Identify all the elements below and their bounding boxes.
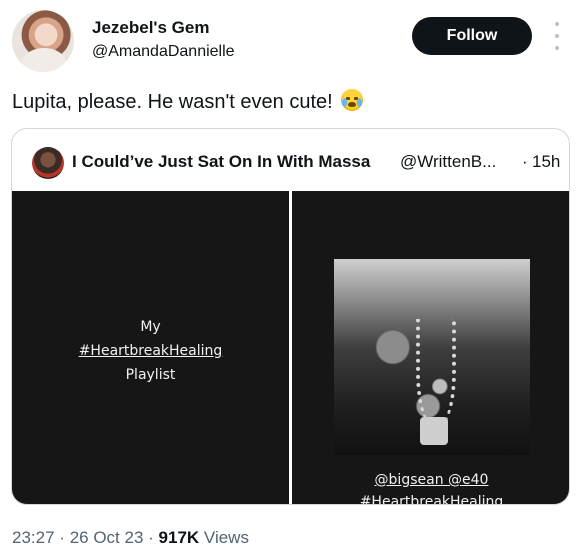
- dot: [555, 22, 559, 26]
- views-count: 917K: [158, 528, 200, 547]
- views-label: Views: [203, 528, 249, 547]
- author-display-name[interactable]: Jezebel's Gem: [92, 18, 235, 38]
- chain-shape: [416, 319, 456, 429]
- tweet-date[interactable]: 26 Oct 23: [70, 528, 144, 547]
- quoted-author-handle[interactable]: @WrittenB...: [400, 151, 496, 173]
- more-options-icon[interactable]: [552, 22, 562, 50]
- follow-button[interactable]: Follow: [412, 17, 532, 55]
- tweet-text: Lupita, please. He wasn't even cute!: [12, 88, 364, 116]
- quoted-author-display-name[interactable]: I Could’ve Just Sat On In With Massa: [72, 151, 370, 173]
- author-avatar[interactable]: [12, 10, 74, 72]
- playlist-caption: My #HeartbreakHealing Playlist: [12, 315, 289, 387]
- dot: [555, 34, 559, 38]
- loudly-crying-face-icon: [341, 89, 364, 111]
- artists-caption: @bigsean @e40: [374, 472, 489, 488]
- quoted-media-right[interactable]: @bigsean @e40 #HeartbreakHealing: [292, 191, 569, 505]
- meta-sep-2: ·: [148, 528, 154, 547]
- tweet-body: Lupita, please. He wasn't even cute!: [12, 91, 333, 113]
- hashtag-caption: #HeartbreakHealing: [359, 494, 504, 505]
- playlist-line-3: Playlist: [125, 367, 176, 383]
- meta-sep-1: ·: [59, 528, 65, 547]
- quoted-tweet-card[interactable]: I Could’ve Just Sat On In With Massa @Wr…: [11, 128, 570, 505]
- tweet-time[interactable]: 23:27: [12, 528, 55, 547]
- tweet-header: Jezebel's Gem @AmandaDannielle Follow: [12, 10, 570, 72]
- quoted-separator: ·: [522, 152, 528, 171]
- quoted-timestamp[interactable]: 15h: [532, 151, 560, 173]
- quoted-author-avatar[interactable]: [32, 147, 64, 179]
- quoted-media-left[interactable]: My #HeartbreakHealing Playlist: [12, 191, 289, 504]
- author-handle[interactable]: @AmandaDannielle: [92, 42, 235, 62]
- author-names[interactable]: Jezebel's Gem @AmandaDannielle: [92, 18, 235, 62]
- playlist-line-1: My: [140, 319, 161, 335]
- dot: [555, 46, 559, 50]
- pendant-shape: [420, 417, 448, 445]
- tweet-meta: 23:27 · 26 Oct 23 · 917K Views: [12, 526, 249, 550]
- playlist-hashtag: #HeartbreakHealing: [78, 343, 223, 359]
- quoted-tweet-header: I Could’ve Just Sat On In With Massa @Wr…: [12, 129, 569, 191]
- album-cover-image: [334, 259, 530, 455]
